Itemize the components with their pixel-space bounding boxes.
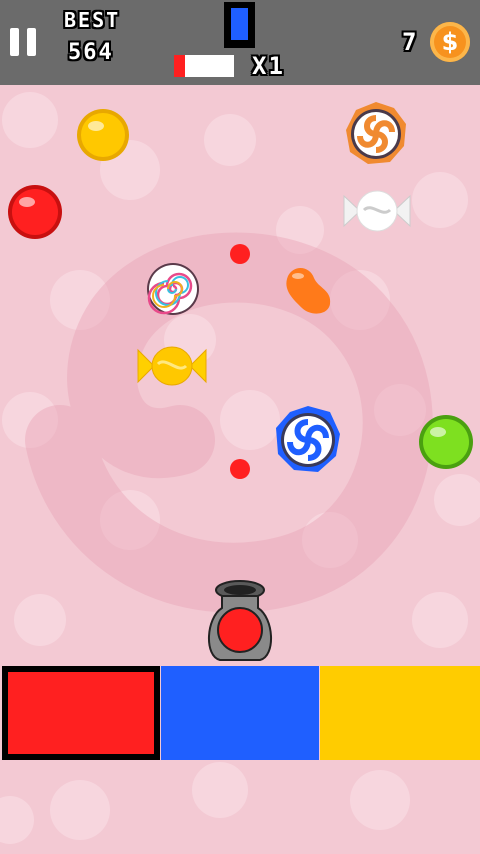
level-progress-bar bbox=[174, 55, 234, 77]
pause-button[interactable] bbox=[10, 28, 38, 56]
score-multiplier: X1 bbox=[252, 52, 285, 80]
candy-yellow-ball bbox=[77, 109, 129, 161]
candy-orange-swirl-lollipop bbox=[346, 102, 406, 164]
color-buttons bbox=[0, 666, 480, 760]
candy-red-ball bbox=[8, 185, 62, 239]
candy-rainbow-swirl-lollipop bbox=[147, 263, 199, 315]
best-label: BEST bbox=[64, 8, 121, 32]
coin-count: 7 bbox=[402, 28, 419, 56]
current-color-indicator bbox=[224, 2, 255, 48]
coin-icon: $ bbox=[430, 22, 470, 62]
yellow-color-button[interactable] bbox=[320, 666, 480, 760]
projectile-bullet bbox=[230, 244, 250, 264]
blue-color-button[interactable] bbox=[161, 666, 319, 760]
candy-blue-swirl-lollipop bbox=[276, 406, 340, 472]
candy-cannon[interactable] bbox=[200, 578, 280, 664]
candy-orange-jelly-bean bbox=[286, 267, 331, 314]
current-color-swatch bbox=[231, 8, 248, 40]
level-progress-fill bbox=[174, 55, 185, 77]
coin-symbol: $ bbox=[441, 28, 459, 56]
red-color-button[interactable] bbox=[2, 666, 160, 760]
candy-green-ball bbox=[419, 415, 473, 469]
best-score: 564 bbox=[68, 40, 114, 65]
candy-white-wrapped bbox=[343, 190, 411, 232]
hud-bar: BEST 564 X1 7 $ bbox=[0, 0, 480, 85]
pause-icon bbox=[10, 28, 19, 56]
pause-icon bbox=[27, 28, 36, 56]
projectile-bullet bbox=[230, 459, 250, 479]
candy-yellow-wrapped bbox=[137, 346, 207, 386]
